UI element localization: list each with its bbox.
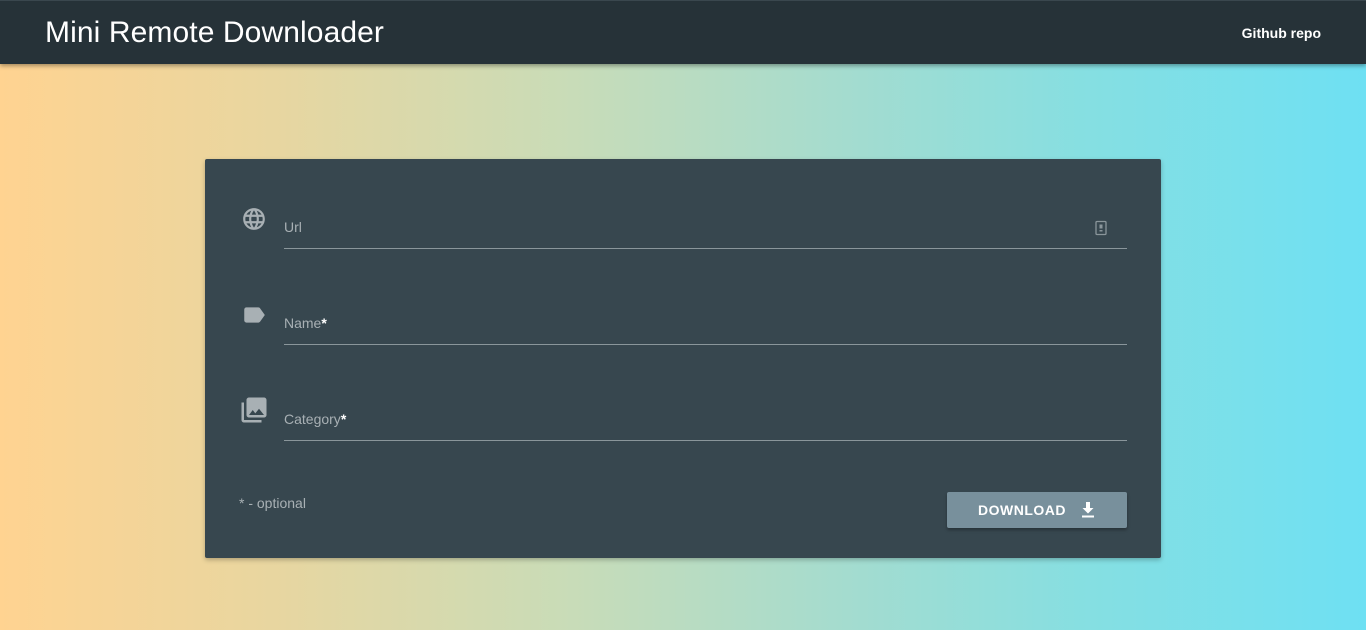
url-underline bbox=[284, 248, 1127, 249]
category-field: Category* bbox=[205, 391, 1161, 451]
url-field: Url bbox=[205, 199, 1161, 259]
url-input[interactable] bbox=[284, 209, 1088, 241]
name-underline bbox=[284, 344, 1127, 345]
app-title: Mini Remote Downloader bbox=[45, 16, 385, 49]
optional-note: * - optional bbox=[239, 495, 306, 511]
github-repo-link[interactable]: Github repo bbox=[1242, 24, 1321, 42]
label-tag-icon bbox=[239, 300, 269, 330]
name-field: Name* bbox=[205, 295, 1161, 355]
download-button-label: DOWNLOAD bbox=[978, 502, 1066, 518]
download-icon bbox=[1080, 501, 1096, 519]
category-input[interactable] bbox=[284, 401, 1088, 433]
category-underline bbox=[284, 440, 1127, 441]
download-form-card: Url Name* Category* * - optional DOWNLOA… bbox=[205, 159, 1161, 558]
globe-icon bbox=[239, 204, 269, 234]
download-button[interactable]: DOWNLOAD bbox=[947, 492, 1127, 528]
photo-library-icon bbox=[239, 395, 269, 425]
clipboard-icon[interactable] bbox=[1094, 220, 1108, 236]
top-app-bar: Mini Remote Downloader Github repo bbox=[0, 0, 1366, 64]
name-input[interactable] bbox=[284, 305, 1088, 337]
